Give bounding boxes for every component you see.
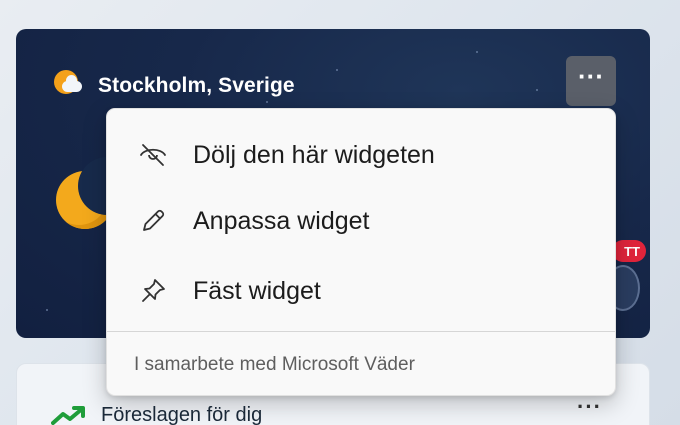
background-star [46, 309, 48, 311]
menu-item-label: Fäst widget [193, 276, 321, 305]
menu-item-hide-widget[interactable]: Dölj den här widgeten [113, 123, 611, 187]
trending-up-icon [51, 406, 85, 425]
pin-icon [137, 275, 169, 307]
weather-widget-header: Stockholm, Sverige [52, 69, 295, 103]
suggested-more-options-button[interactable]: ··· [577, 394, 602, 420]
background-star [476, 51, 478, 53]
more-options-button[interactable]: ··· [566, 56, 616, 106]
menu-footer-attribution: I samarbete med Microsoft Väder [134, 354, 415, 375]
pencil-icon [137, 205, 169, 237]
background-star [536, 89, 538, 91]
widget-context-menu: Dölj den här widgeten Anpassa widget Fäs… [106, 108, 616, 396]
weather-sun-cloud-icon [52, 69, 86, 103]
menu-item-customize-widget[interactable]: Anpassa widget [113, 189, 611, 253]
location-title[interactable]: Stockholm, Sverige [98, 74, 295, 98]
menu-item-label: Anpassa widget [193, 206, 370, 235]
suggested-widget-title[interactable]: Föreslagen för dig [101, 404, 262, 425]
news-badge: TT [612, 240, 646, 262]
eye-off-icon [137, 139, 169, 171]
menu-divider [107, 331, 615, 332]
background-star [336, 69, 338, 71]
menu-item-pin-widget[interactable]: Fäst widget [113, 259, 611, 323]
menu-item-label: Dölj den här widgeten [193, 140, 435, 169]
